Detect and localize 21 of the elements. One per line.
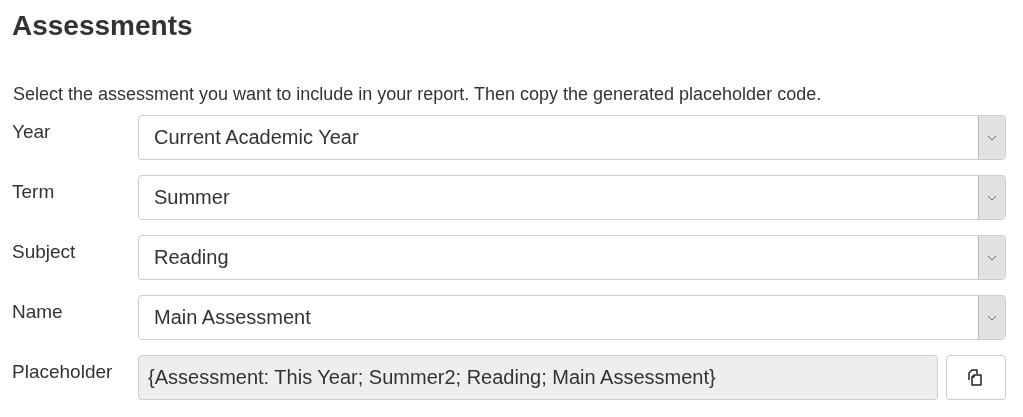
instructions-text: Select the assessment you want to include in your report. Then copy the generated placeholder code. [13,84,823,105]
dropdown[interactable]: Current Academic Year [138,115,1006,160]
field-label: Year [12,120,52,143]
chevron-down-icon [987,254,997,261]
dropdown-arrow-button[interactable] [978,296,1005,339]
dropdown[interactable]: Main Assessment [138,295,1006,340]
copy-button[interactable] [946,355,1006,400]
field-label: Term [12,180,56,203]
field-label: Subject [12,240,77,263]
chevron-down-icon [987,314,997,321]
dropdown[interactable]: Summer [138,175,1006,220]
dropdown-arrow-button[interactable] [978,176,1005,219]
placeholder-field[interactable]: {Assessment: This Year; Summer2; Reading; Main Assessment} [138,355,938,400]
dropdown-arrow-button[interactable] [978,236,1005,279]
page-title: Assessments [12,9,194,43]
dropdown-arrow-button[interactable] [978,116,1005,159]
field-label: Placeholder [12,360,114,383]
chevron-down-icon [987,194,997,201]
chevron-down-icon [987,134,997,141]
field-label: Name [12,300,64,323]
dropdown[interactable]: Reading [138,235,1006,280]
